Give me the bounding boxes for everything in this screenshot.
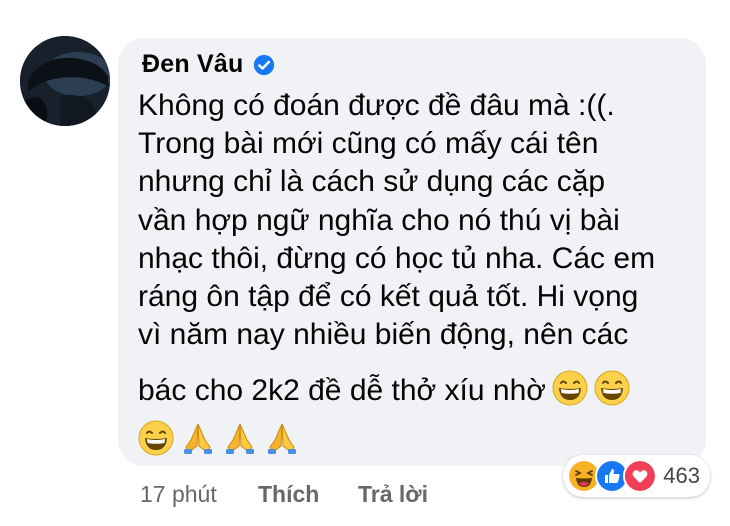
reaction-summary[interactable]: 463 (563, 455, 710, 497)
comment-text: Không có đoán được đề đâu mà :((. Trong … (138, 87, 698, 409)
folded-hands-icon (226, 423, 254, 454)
comment-bubble: Đen Vâu Không có đoán được đề đâu mà :((… (118, 38, 706, 466)
comment-line: Trong bài mới cũng có mấy cái tên (138, 127, 599, 161)
grinning-face-icon (594, 370, 630, 406)
comment-line-with-emoji: bác cho 2k2 đề dễ thở xíu nhờ (138, 370, 698, 408)
comment-line: vần hợp ngữ nghĩa cho nó thú vị bài (138, 203, 620, 237)
comment-author: Đen Vâu (142, 50, 275, 79)
love-reaction-icon (623, 459, 658, 493)
grinning-face-icon (138, 420, 174, 456)
avatar[interactable] (20, 36, 110, 126)
comment-line: nhưng chỉ là cách sử dụng các cặp (138, 165, 606, 199)
trailing-emoji-row (138, 420, 300, 456)
comment-line: ráng ôn tập để có kết quả tốt. Hi vọng (138, 279, 639, 313)
folded-hands-icon (184, 423, 212, 454)
like-button[interactable]: Thích (258, 481, 358, 508)
reply-button[interactable]: Trả lời (358, 481, 428, 508)
reaction-count: 463 (663, 463, 700, 488)
folded-hands-icon (268, 423, 296, 454)
avatar-image (20, 36, 110, 126)
comment-line: vì năm nay nhiều biến động, nên các (138, 318, 629, 352)
comment-timestamp[interactable]: 17 phút (140, 481, 258, 508)
comment-line: nhạc thôi, đừng có học tủ nha. Các em (138, 241, 656, 275)
verified-badge-icon (254, 54, 275, 75)
comment-line: bác cho 2k2 đề dễ thở xíu nhờ (138, 374, 546, 408)
author-name[interactable]: Đen Vâu (142, 50, 243, 79)
comment-actions: 17 phút Thích Trả lời (140, 481, 428, 508)
comment-line: Không có đoán được đề đâu mà :((. (138, 89, 615, 122)
grinning-face-icon (552, 370, 588, 406)
